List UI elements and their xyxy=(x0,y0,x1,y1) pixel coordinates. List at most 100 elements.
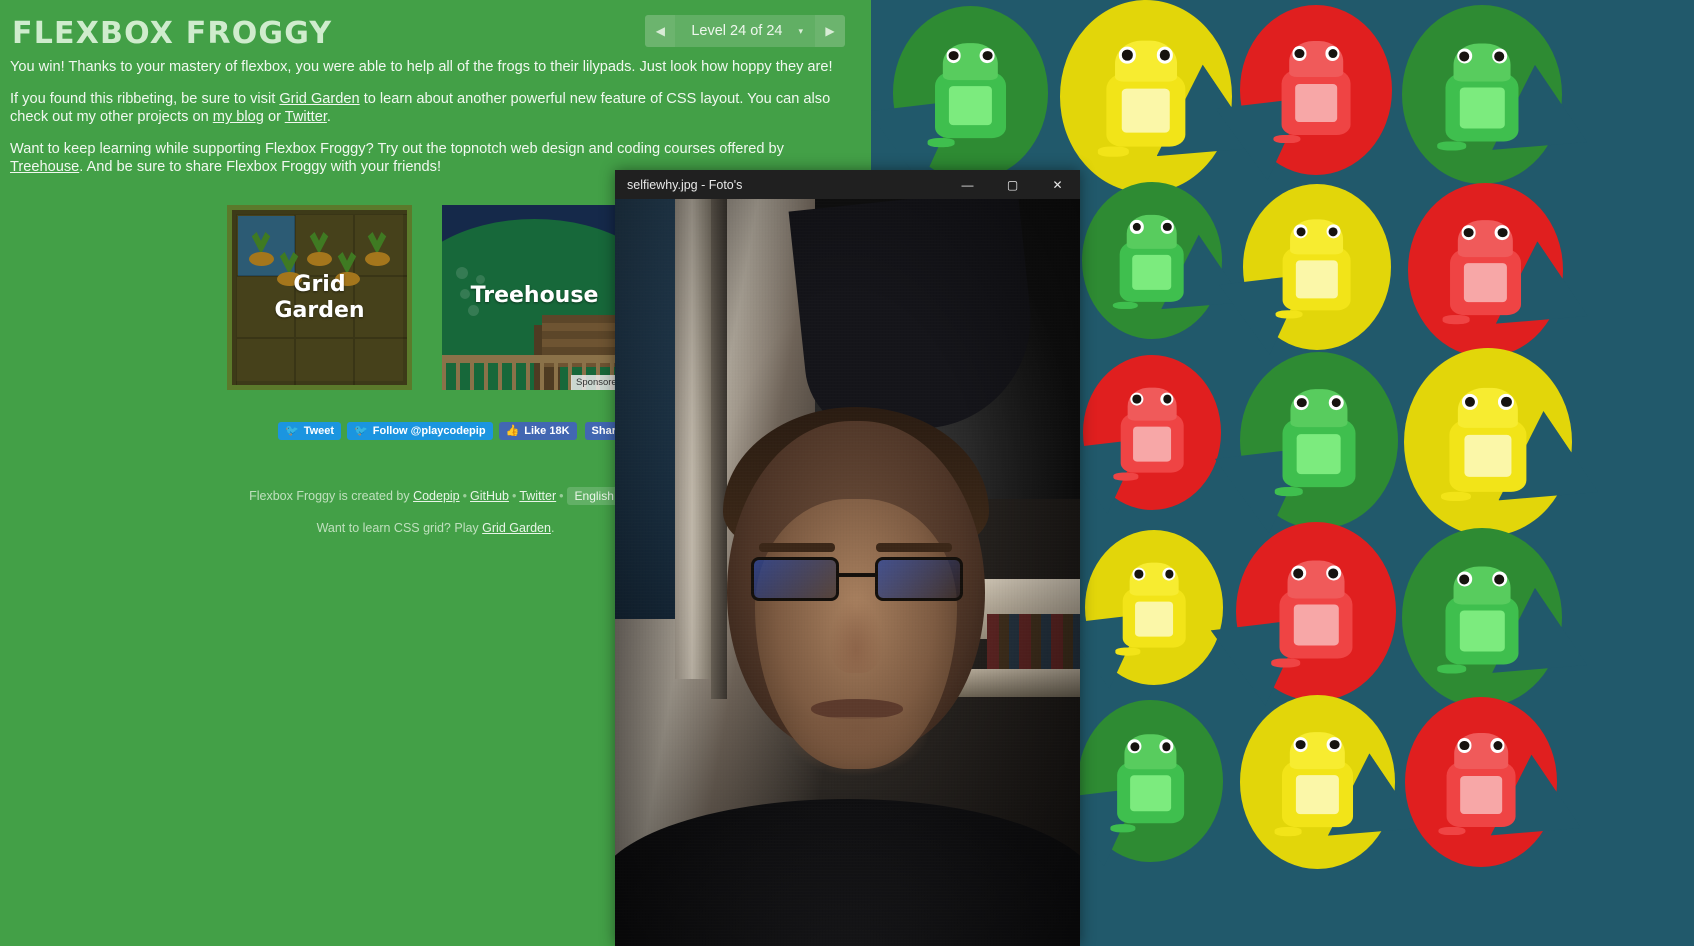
minimize-button[interactable]: — xyxy=(945,170,990,199)
frog-eye-left xyxy=(1292,46,1307,61)
codepip-link[interactable]: Codepip xyxy=(413,489,460,503)
lilypad xyxy=(1240,352,1398,529)
frog-belly xyxy=(1132,426,1172,462)
carrot-icon xyxy=(304,232,334,266)
frog-foot-right xyxy=(1273,134,1299,144)
treehouse-link[interactable]: Treehouse xyxy=(10,159,79,175)
frog-foot-right xyxy=(1113,472,1137,481)
frog-foot-right xyxy=(927,138,954,148)
frog-belly xyxy=(1130,775,1171,812)
frog-eye-left xyxy=(1456,48,1473,64)
frog-eye-left xyxy=(1127,739,1142,754)
previous-level-button[interactable]: ◀ xyxy=(645,15,676,47)
grid-cell xyxy=(236,338,295,385)
github-link[interactable]: GitHub xyxy=(470,489,509,503)
win-paragraph-2: If you found this ribbeting, be sure to … xyxy=(10,90,850,126)
ad-card-grid-garden[interactable]: Grid Garden xyxy=(227,205,412,390)
lilypad xyxy=(1060,0,1232,193)
frog-eye-left xyxy=(1290,565,1307,581)
grid-garden-link[interactable]: Grid Garden xyxy=(279,91,359,107)
lilypad xyxy=(1405,697,1557,867)
footer-twitter-link[interactable]: Twitter xyxy=(519,489,556,503)
frog-eye-left xyxy=(1461,225,1476,241)
twitter-icon: 🐦 xyxy=(354,424,368,437)
lilypad xyxy=(1236,522,1396,701)
footer-separator: • xyxy=(511,489,517,503)
language-selector[interactable]: English xyxy=(566,487,622,505)
frog xyxy=(1271,560,1361,672)
frog-foot-right xyxy=(1437,664,1465,674)
carrot-icon xyxy=(246,232,276,266)
frog-eye-right xyxy=(1328,395,1344,411)
frog-eye-right xyxy=(1325,46,1340,61)
thumbs-up-icon: 👍 xyxy=(505,424,520,437)
photo-canvas xyxy=(615,199,1080,946)
frog-belly xyxy=(1296,260,1338,298)
frog-foot-right xyxy=(1274,486,1302,496)
frog-eye-right xyxy=(1491,571,1508,587)
page-title: Flexbox Froggy xyxy=(12,16,333,51)
frog-foot-right xyxy=(1442,315,1469,325)
frog-foot-right xyxy=(1438,826,1464,836)
ad-title-line1: Grid xyxy=(293,272,346,297)
frog xyxy=(1109,734,1191,836)
frog-eye-right xyxy=(1495,225,1510,241)
p3-text-a: Want to keep learning while supporting F… xyxy=(10,141,784,158)
frog-eye-left xyxy=(1130,220,1144,234)
frog-foot-right xyxy=(1437,141,1465,151)
p2-text-a: If you found this ribbeting, be sure to … xyxy=(10,91,280,108)
window-titlebar[interactable]: selfiewhy.jpg - Foto's — ▢ ✕ xyxy=(615,170,1080,199)
app-screen: Flexbox Froggy ◀ Level 24 of 24 ▾ ▶ You … xyxy=(0,0,1694,946)
frog-foot-right xyxy=(1112,301,1137,310)
frog-belly xyxy=(1294,83,1338,123)
level-dropdown[interactable]: Level 24 of 24 ▾ xyxy=(675,15,815,47)
frog xyxy=(1440,387,1535,506)
ad-title-line2: Garden xyxy=(274,297,365,323)
frog xyxy=(1274,731,1361,840)
p3-text-b: . And be sure to share Flexbox Froggy wi… xyxy=(79,159,442,176)
lilypad xyxy=(1078,700,1223,862)
grid-promo-suffix: . xyxy=(550,521,555,535)
frog-eye-left xyxy=(1461,393,1478,410)
p2-text-d: . xyxy=(326,109,331,126)
like-label: Like 18K xyxy=(524,425,570,437)
footer-grid-garden-link[interactable]: Grid Garden xyxy=(482,521,551,535)
my-blog-link[interactable]: my blog xyxy=(213,109,264,125)
footer-separator: • xyxy=(559,489,564,503)
leaf-dot-icon xyxy=(456,267,468,279)
level-label: Level 24 of 24 xyxy=(691,23,783,39)
ad-card-treehouse[interactable]: Treehouse Sponsored xyxy=(442,205,627,390)
next-level-button[interactable]: ▶ xyxy=(815,15,845,47)
frog-belly xyxy=(1132,254,1172,290)
frog xyxy=(927,42,1014,152)
follow-button[interactable]: 🐦 Follow @playcodepip xyxy=(347,422,493,440)
close-button[interactable]: ✕ xyxy=(1035,170,1080,199)
frog-eye-left xyxy=(1130,392,1144,406)
ad-title-treehouse: Treehouse xyxy=(470,283,599,308)
frog xyxy=(1115,562,1192,660)
frog-belly xyxy=(1459,610,1505,652)
frog-belly xyxy=(1293,604,1339,646)
frog-foot-right xyxy=(1115,647,1139,656)
frog-foot-right xyxy=(1440,491,1470,501)
frog-belly xyxy=(1121,89,1171,133)
frog-belly xyxy=(1459,775,1503,815)
lilypad xyxy=(1402,5,1562,184)
frog-belly xyxy=(1463,263,1508,303)
photo-viewer-window[interactable]: selfiewhy.jpg - Foto's — ▢ ✕ xyxy=(615,170,1080,946)
facebook-like-button[interactable]: 👍 Like 18K xyxy=(498,422,577,440)
level-selector[interactable]: ◀ Level 24 of 24 ▾ ▶ xyxy=(645,15,845,47)
frog-belly xyxy=(1459,87,1505,129)
ad-title-grid-garden: Grid Garden xyxy=(232,272,407,323)
lilypad xyxy=(1402,528,1562,707)
photo-vignette xyxy=(615,199,1080,946)
frog-eye-left xyxy=(1457,738,1472,753)
p2-text-c: or xyxy=(263,109,285,126)
tweet-button[interactable]: 🐦 Tweet xyxy=(278,422,342,440)
chevron-down-icon: ▾ xyxy=(798,25,803,36)
lilypad xyxy=(1243,184,1391,350)
twitter-link[interactable]: Twitter xyxy=(285,109,327,125)
maximize-button[interactable]: ▢ xyxy=(990,170,1035,199)
grid-cell xyxy=(295,338,354,385)
frog-eye-left xyxy=(1119,46,1136,64)
